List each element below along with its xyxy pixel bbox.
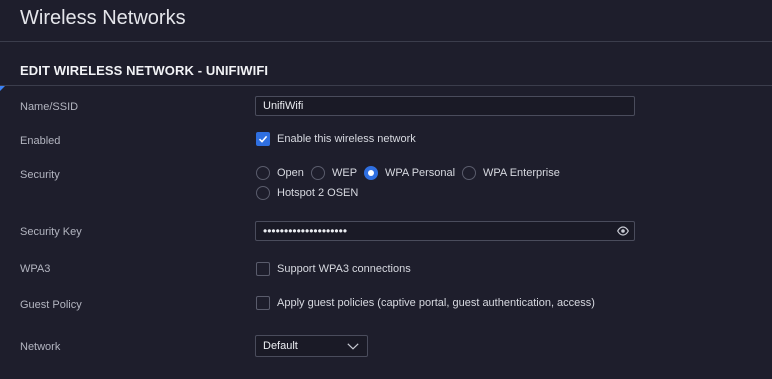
eye-icon[interactable] (617, 226, 629, 236)
network-label: Network (20, 341, 61, 353)
network-select[interactable]: Default (255, 335, 368, 357)
guest-policy-label: Guest Policy (20, 299, 82, 311)
section-divider (0, 85, 772, 86)
corner-accent (0, 86, 5, 91)
page-title: Wireless Networks (20, 7, 186, 29)
chevron-down-icon (347, 343, 359, 350)
radio-hotspot2-osen-label: Hotspot 2 OSEN (277, 187, 359, 199)
network-select-value: Default (263, 340, 298, 352)
ssid-label: Name/SSID (20, 101, 79, 113)
radio-wep[interactable] (311, 166, 325, 180)
radio-wpa-personal-label: WPA Personal (385, 167, 456, 179)
check-icon (258, 135, 268, 143)
radio-wep-label: WEP (332, 167, 358, 179)
radio-wpa-enterprise[interactable] (462, 166, 476, 180)
enabled-label: Enabled (20, 135, 61, 147)
radio-open[interactable] (256, 166, 270, 180)
wpa3-checkbox[interactable] (256, 262, 270, 276)
enable-network-label: Enable this wireless network (277, 133, 416, 145)
security-key-value: •••••••••••••••••••• (263, 224, 348, 238)
guest-policy-checkbox[interactable] (256, 296, 270, 310)
radio-hotspot2-osen[interactable] (256, 186, 270, 200)
security-key-input[interactable]: •••••••••••••••••••• (255, 221, 635, 241)
wpa3-checkbox-label: Support WPA3 connections (277, 263, 411, 275)
section-title: EDIT WIRELESS NETWORK - UNIFIWIFI (20, 63, 269, 78)
ssid-input[interactable]: UnifiWifi (255, 96, 635, 116)
radio-wpa-personal[interactable] (364, 166, 378, 180)
guest-policy-checkbox-label: Apply guest policies (captive portal, gu… (277, 297, 595, 309)
wpa3-label: WPA3 (20, 263, 51, 275)
radio-open-label: Open (277, 167, 304, 179)
security-label: Security (20, 169, 60, 181)
enable-network-checkbox[interactable] (256, 132, 270, 146)
security-key-label: Security Key (20, 226, 82, 238)
radio-wpa-enterprise-label: WPA Enterprise (483, 167, 560, 179)
title-divider (0, 41, 772, 42)
